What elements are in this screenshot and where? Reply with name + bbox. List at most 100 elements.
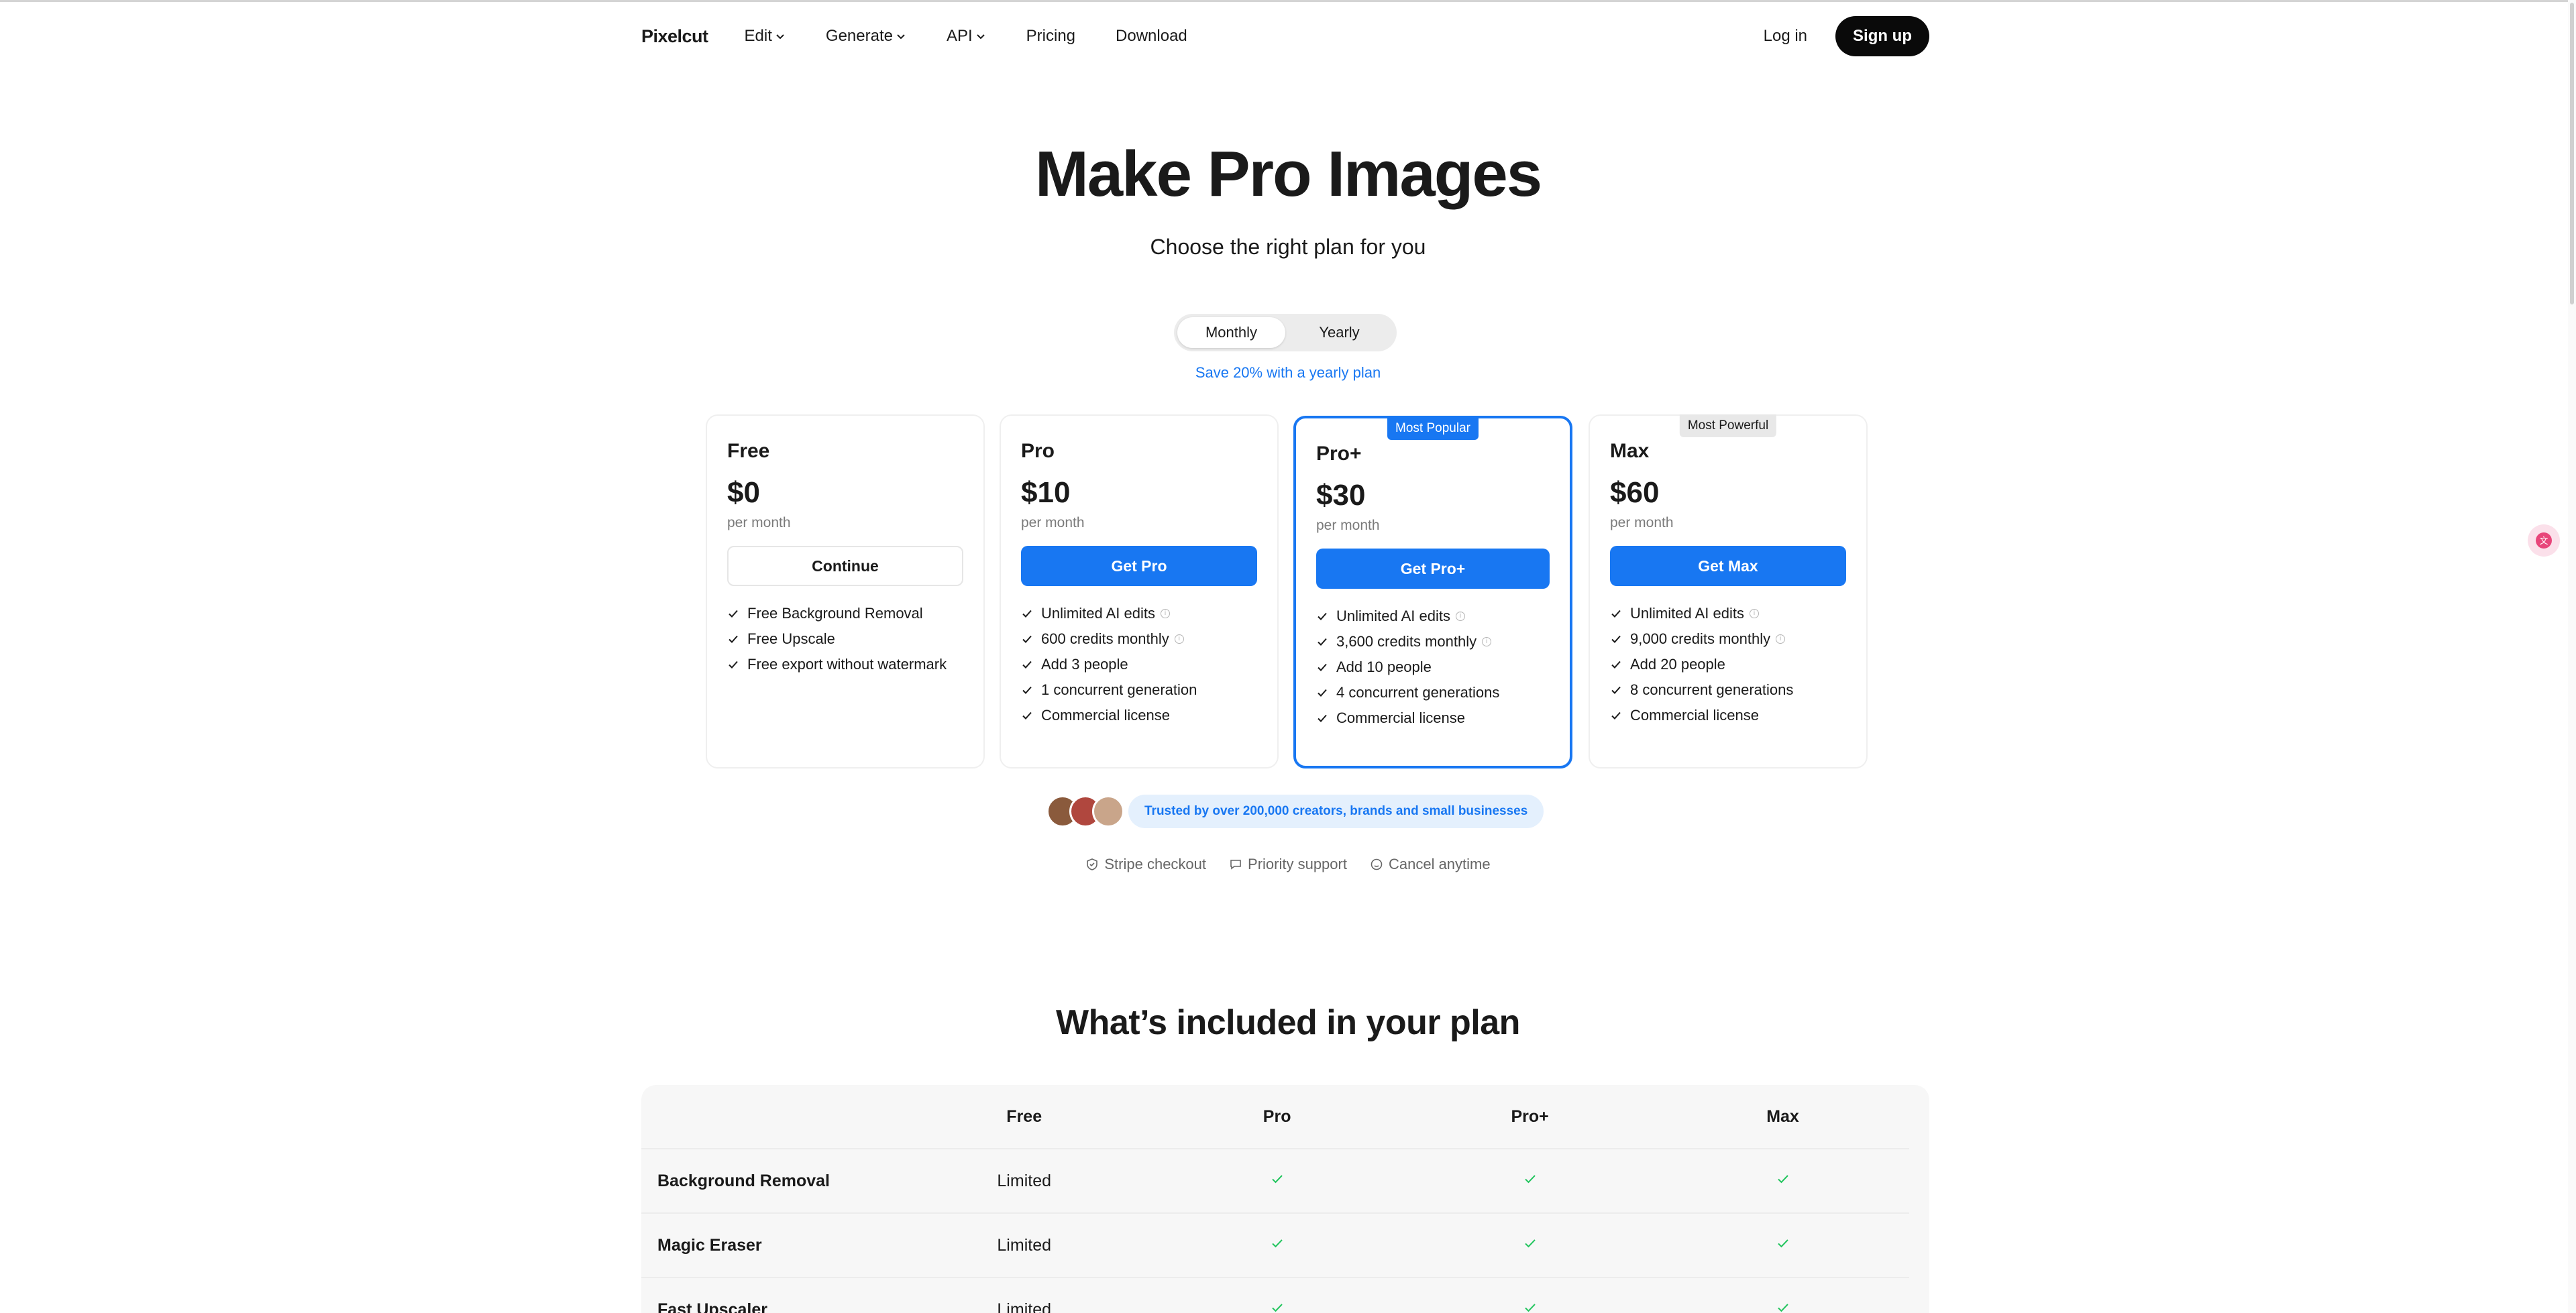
feature-text: 9,000 credits monthly: [1630, 630, 1771, 647]
cell-pro: [1150, 1172, 1403, 1191]
feature-text: Add 20 people: [1630, 656, 1725, 673]
check-icon: [1524, 1239, 1536, 1247]
info-icon[interactable]: i: [1776, 634, 1786, 644]
check-icon: [1022, 635, 1032, 643]
feature-item: 600 credits monthly i: [1021, 626, 1257, 652]
logo[interactable]: Pixelcut: [641, 26, 708, 47]
feature-text: Free Upscale: [747, 630, 835, 647]
plan-period: per month: [1316, 518, 1380, 533]
feature-item: Unlimited AI edits i: [1316, 604, 1550, 629]
signup-button[interactable]: Sign up: [1835, 16, 1929, 56]
check-icon: [1318, 663, 1327, 671]
scrollbar-thumb[interactable]: [2570, 3, 2574, 304]
nav-actions: Log in Sign up: [1748, 16, 1929, 56]
toggle-yearly[interactable]: Yearly: [1285, 317, 1393, 348]
feature-item: 9,000 credits monthly i: [1610, 626, 1846, 652]
check-icon: [1611, 686, 1621, 694]
plan-price: $0: [727, 476, 760, 509]
table-header-pro-plus: Pro+: [1511, 1106, 1549, 1126]
feature-text: Free export without watermark: [747, 656, 947, 673]
plan-name: Max: [1610, 440, 1650, 462]
plan-period: per month: [727, 515, 791, 530]
cell-pro: [1150, 1300, 1403, 1313]
row-feature: Magic Eraser: [657, 1235, 762, 1255]
check-icon: [729, 610, 738, 618]
most-popular-badge: Most Popular: [1387, 417, 1479, 440]
check-icon: [1318, 612, 1327, 620]
check-icon: [1524, 1303, 1536, 1312]
check-icon: [1611, 661, 1621, 669]
feature-text: 3,600 credits monthly: [1336, 633, 1477, 650]
nav-download[interactable]: Download: [1116, 27, 1187, 46]
feature-text: Commercial license: [1336, 709, 1465, 726]
feature-item: Free Upscale: [727, 626, 963, 652]
info-icon[interactable]: i: [1160, 609, 1170, 618]
check-icon: [1318, 638, 1327, 646]
yearly-savings-note: Save 20% with a yearly plan: [1195, 364, 1381, 381]
assurance-support: Priority support: [1229, 856, 1347, 873]
get-max-button[interactable]: Get Max: [1610, 546, 1846, 586]
toggle-monthly[interactable]: Monthly: [1177, 317, 1285, 348]
comparison-table: Free Pro Pro+ Max Background Removal Lim…: [641, 1085, 1929, 1313]
info-icon[interactable]: i: [1749, 609, 1759, 618]
feature-text: Unlimited AI edits: [1336, 608, 1450, 624]
cell-free: Limited: [997, 1171, 1051, 1190]
check-icon: [1271, 1174, 1283, 1183]
feature-item: Unlimited AI edits i: [1021, 601, 1257, 626]
login-button[interactable]: Log in: [1748, 16, 1823, 56]
trust-text: Trusted by over 200,000 creators, brands…: [1128, 795, 1544, 828]
feature-text: 600 credits monthly: [1041, 630, 1169, 647]
row-feature: Background Removal: [657, 1171, 830, 1190]
nav-generate[interactable]: Generate: [826, 27, 906, 46]
translate-extension-button[interactable]: 文: [2528, 524, 2560, 557]
nav-pricing[interactable]: Pricing: [1026, 27, 1075, 46]
info-icon[interactable]: i: [1482, 637, 1492, 646]
feature-item: Unlimited AI edits i: [1610, 601, 1846, 626]
check-icon: [1022, 711, 1032, 720]
cell-free: Limited: [997, 1235, 1051, 1255]
nav-api-label: API: [946, 27, 973, 45]
feature-list: Unlimited AI edits i 600 credits monthly i…: [1021, 601, 1257, 728]
top-border: [0, 0, 2576, 2]
assurance-label: Priority support: [1248, 856, 1347, 872]
check-icon: [1271, 1303, 1283, 1312]
check-icon: [1318, 689, 1327, 697]
feature-text: Add 10 people: [1336, 659, 1432, 675]
plan-card-pro: Pro $10 per month Get Pro Unlimited AI e…: [1000, 414, 1279, 768]
info-icon[interactable]: i: [1174, 634, 1184, 644]
feature-item: Free Background Removal: [727, 601, 963, 626]
row-feature: Fast Upscaler: [657, 1300, 767, 1313]
plan-price: $30: [1316, 479, 1366, 512]
get-pro-button[interactable]: Get Pro: [1021, 546, 1257, 586]
feature-item: Add 20 people: [1610, 652, 1846, 677]
plan-name: Free: [727, 440, 770, 462]
feature-item: 3,600 credits monthly i: [1316, 629, 1550, 654]
plan-card-free: Free $0 per month Continue Free Backgrou…: [706, 414, 985, 768]
check-icon: [1777, 1174, 1788, 1183]
plan-price: $10: [1021, 476, 1071, 509]
cell-pro: [1150, 1236, 1403, 1255]
cell-pro-plus: [1403, 1236, 1656, 1255]
page-title: Make Pro Images: [1034, 138, 1542, 210]
feature-item: Add 3 people: [1021, 652, 1257, 677]
feature-item: Add 10 people: [1316, 654, 1550, 680]
check-icon: [1022, 610, 1032, 618]
nav-api[interactable]: API: [947, 27, 986, 46]
check-icon: [1777, 1303, 1788, 1312]
nav-download-label: Download: [1116, 27, 1187, 45]
feature-list: Unlimited AI edits i 3,600 credits monthl…: [1316, 604, 1550, 731]
plan-card-pro-plus: Most Popular Pro+ $30 per month Get Pro+…: [1293, 416, 1572, 768]
info-icon[interactable]: i: [1455, 612, 1465, 621]
nav-edit[interactable]: Edit: [745, 27, 786, 46]
nav-pricing-label: Pricing: [1026, 27, 1076, 45]
table-row: Fast Upscaler Limited: [641, 1278, 1909, 1313]
table-header-row: Free Pro Pro+ Max: [641, 1085, 1909, 1149]
table-row: Magic Eraser Limited: [641, 1214, 1909, 1278]
check-icon: [1611, 610, 1621, 618]
assurance-cancel: Cancel anytime: [1370, 856, 1491, 873]
check-icon: [1611, 635, 1621, 643]
assurance-list: Stripe checkout Priority support Cancel …: [0, 856, 2576, 873]
get-pro-plus-button[interactable]: Get Pro+: [1316, 549, 1550, 589]
check-icon: [1271, 1239, 1283, 1247]
continue-button[interactable]: Continue: [727, 546, 963, 586]
